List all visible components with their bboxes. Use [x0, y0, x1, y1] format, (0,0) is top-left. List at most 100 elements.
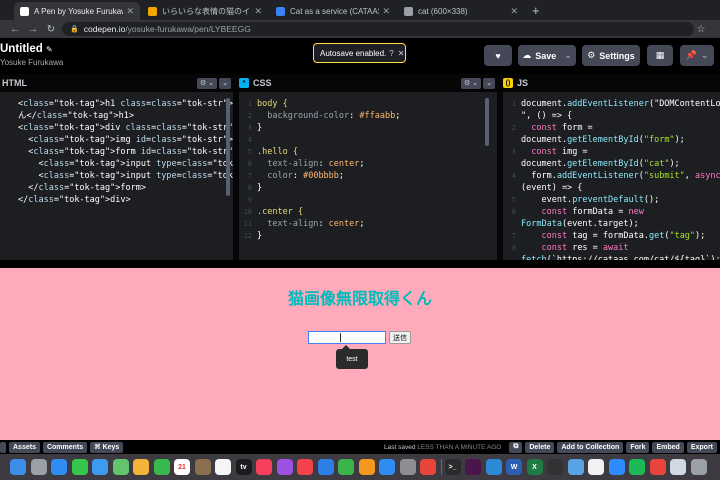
code-line[interactable]: 3 const img = [503, 146, 720, 158]
html-editor[interactable]: HTML ⚙ ⌄ ⌄ <class="tok-tag">h1 class=cla… [0, 74, 233, 260]
browser-tab[interactable]: A Pen by Yosuke Furukawa ✕ [14, 2, 140, 20]
music-icon[interactable] [256, 459, 272, 475]
back-icon[interactable]: ← [8, 24, 22, 35]
edit-pencil-icon[interactable]: ✎ [46, 45, 53, 54]
code-line[interactable]: FormData(event.target); [503, 218, 720, 230]
code-line[interactable]: 1 body { [239, 98, 497, 110]
tag-input[interactable] [308, 331, 386, 344]
code-line[interactable]: 2 const form = [503, 122, 720, 134]
footer-button-addtocollection[interactable]: Add to Collection [557, 441, 624, 453]
podcasts-icon[interactable] [276, 459, 293, 475]
code-line[interactable]: 11 text-align: center; [239, 218, 497, 230]
bookmark-star-icon[interactable]: ☆ [694, 24, 708, 35]
app-store-icon[interactable] [379, 459, 395, 475]
code-line[interactable]: <class="tok-tag">div class=class="tok-st… [0, 122, 233, 134]
excel-icon[interactable]: X [526, 459, 543, 475]
submit-button[interactable]: 送信 [389, 331, 411, 344]
footer-button-keys[interactable]: ⌘ Keys [90, 441, 124, 453]
tv-icon[interactable]: tv [235, 459, 252, 475]
news-icon[interactable] [297, 459, 313, 475]
finder-icon[interactable] [10, 459, 26, 475]
settings-button[interactable]: ⚙ Settings [582, 45, 640, 66]
layout-button[interactable]: ▦ [647, 45, 673, 66]
word-icon[interactable]: W [506, 459, 522, 475]
code-line[interactable]: 9 [239, 194, 497, 206]
reload-icon[interactable]: ↻ [44, 24, 58, 35]
code-line[interactable]: 8} [239, 182, 497, 194]
open-external-icon[interactable]: ⧉ [509, 441, 523, 453]
forward-icon[interactable]: → [26, 24, 40, 35]
spotify-icon[interactable] [629, 459, 645, 475]
chrome-icon[interactable] [420, 459, 436, 475]
numbers-icon[interactable] [338, 459, 354, 475]
code-line[interactable]: ", () => { [503, 110, 720, 122]
code-line[interactable]: 3} [239, 122, 497, 134]
launchpad-icon[interactable] [30, 459, 47, 475]
code-line[interactable]: 10 .center { [239, 206, 497, 218]
pane-settings-icon[interactable]: ⚙ ⌄ [197, 77, 218, 89]
css-scrollbar[interactable] [485, 98, 489, 146]
close-tab-icon[interactable]: ✕ [510, 6, 518, 17]
save-button[interactable]: ☁ Save ⌄ [518, 45, 576, 66]
code-line[interactable]: 6 text-align: center; [239, 158, 497, 170]
maps-icon[interactable] [112, 459, 129, 475]
code-line[interactable]: <class="tok-tag">img id=class="tok-str">… [0, 134, 233, 146]
chevron-down-icon[interactable]: ⌄ [564, 50, 572, 61]
new-tab-icon[interactable]: + [526, 2, 546, 20]
zoom-icon[interactable] [608, 459, 625, 475]
like-button[interactable]: ♥ [484, 45, 512, 66]
mail-icon[interactable] [92, 459, 108, 475]
code-line[interactable]: <class="tok-tag">input type=class="tok-s… [0, 158, 233, 170]
code-line[interactable]: (event) => { [503, 182, 720, 194]
messages-icon[interactable] [71, 459, 88, 475]
console-toggle[interactable] [0, 441, 6, 453]
footer-button-delete[interactable]: Delete [525, 441, 555, 453]
pin-button[interactable]: 📌 ⌄ [680, 45, 714, 66]
chrome-2-icon[interactable] [649, 459, 666, 475]
photos-icon[interactable] [133, 459, 149, 475]
code-line[interactable]: <class="tok-tag">form id=class="tok-str"… [0, 146, 233, 158]
code-line[interactable]: 7 color: #00bbbb; [239, 170, 497, 182]
code-line[interactable]: ん</class="tok-tag">h1> [0, 110, 233, 122]
code-line[interactable]: document.getElementById("cat"); [503, 158, 720, 170]
code-line[interactable]: 12} [239, 230, 497, 242]
console-icon[interactable] [547, 459, 563, 475]
autosave-help-link[interactable]: ? [389, 49, 393, 58]
pen-author[interactable]: Yosuke Furukawa [0, 58, 63, 67]
code-line[interactable]: 4 [239, 134, 497, 146]
code-line[interactable]: 5 .hello { [239, 146, 497, 158]
browser-tab[interactable]: cat (600×338) ✕ [398, 2, 524, 20]
pane-collapse-icon[interactable]: ⌄ [483, 77, 495, 89]
code-line[interactable]: 1 document.addEventListener("DOMContentLo… [503, 98, 720, 110]
js-editor[interactable]: () JS 1 document.addEventListener("DOMCon… [503, 74, 720, 260]
notion-icon[interactable] [588, 459, 604, 475]
reminders-icon[interactable] [215, 459, 231, 475]
autocomplete-tooltip[interactable]: test [336, 345, 368, 369]
footer-button-export[interactable]: Export [686, 441, 717, 453]
slack-icon[interactable] [465, 459, 481, 475]
browser-tab[interactable]: いらいらな表情の猫のイラスト「Ts…✕ [142, 2, 268, 20]
code-line[interactable]: 8 const res = await [503, 242, 720, 254]
preview-icon[interactable] [567, 459, 584, 475]
trash-icon[interactable] [690, 459, 707, 475]
html-code[interactable]: <class="tok-tag">h1 class=class="tok-str… [0, 92, 233, 206]
system-preferences-icon[interactable] [399, 459, 416, 475]
code-line[interactable]: 4 form.addEventListener("submit", async [503, 170, 720, 182]
pages-icon[interactable] [358, 459, 375, 475]
safari-icon[interactable] [51, 459, 67, 475]
close-tab-icon[interactable]: ✕ [382, 6, 390, 17]
close-icon[interactable]: ✕ [398, 49, 405, 58]
facetime-icon[interactable] [153, 459, 170, 475]
calendar-icon[interactable]: 21 [174, 459, 190, 475]
code-line[interactable]: </class="tok-tag">form> [0, 182, 233, 194]
terminal-icon[interactable]: >_ [444, 459, 461, 475]
code-line[interactable]: <class="tok-tag">h1 class=class="tok-str… [0, 98, 233, 110]
pen-title[interactable]: Untitled ✎ [0, 43, 53, 55]
code-line[interactable]: 6 const formData = new [503, 206, 720, 218]
code-line[interactable]: <class="tok-tag">input type=class="tok-s… [0, 170, 233, 182]
keynote-icon[interactable] [317, 459, 334, 475]
code-line[interactable]: 7 const tag = formData.get("tag"); [503, 230, 720, 242]
notes-icon[interactable] [194, 459, 211, 475]
chevron-down-icon[interactable]: ⌄ [701, 50, 709, 61]
browser-tab[interactable]: Cat as a service (CATAAS) ✕ [270, 2, 396, 20]
